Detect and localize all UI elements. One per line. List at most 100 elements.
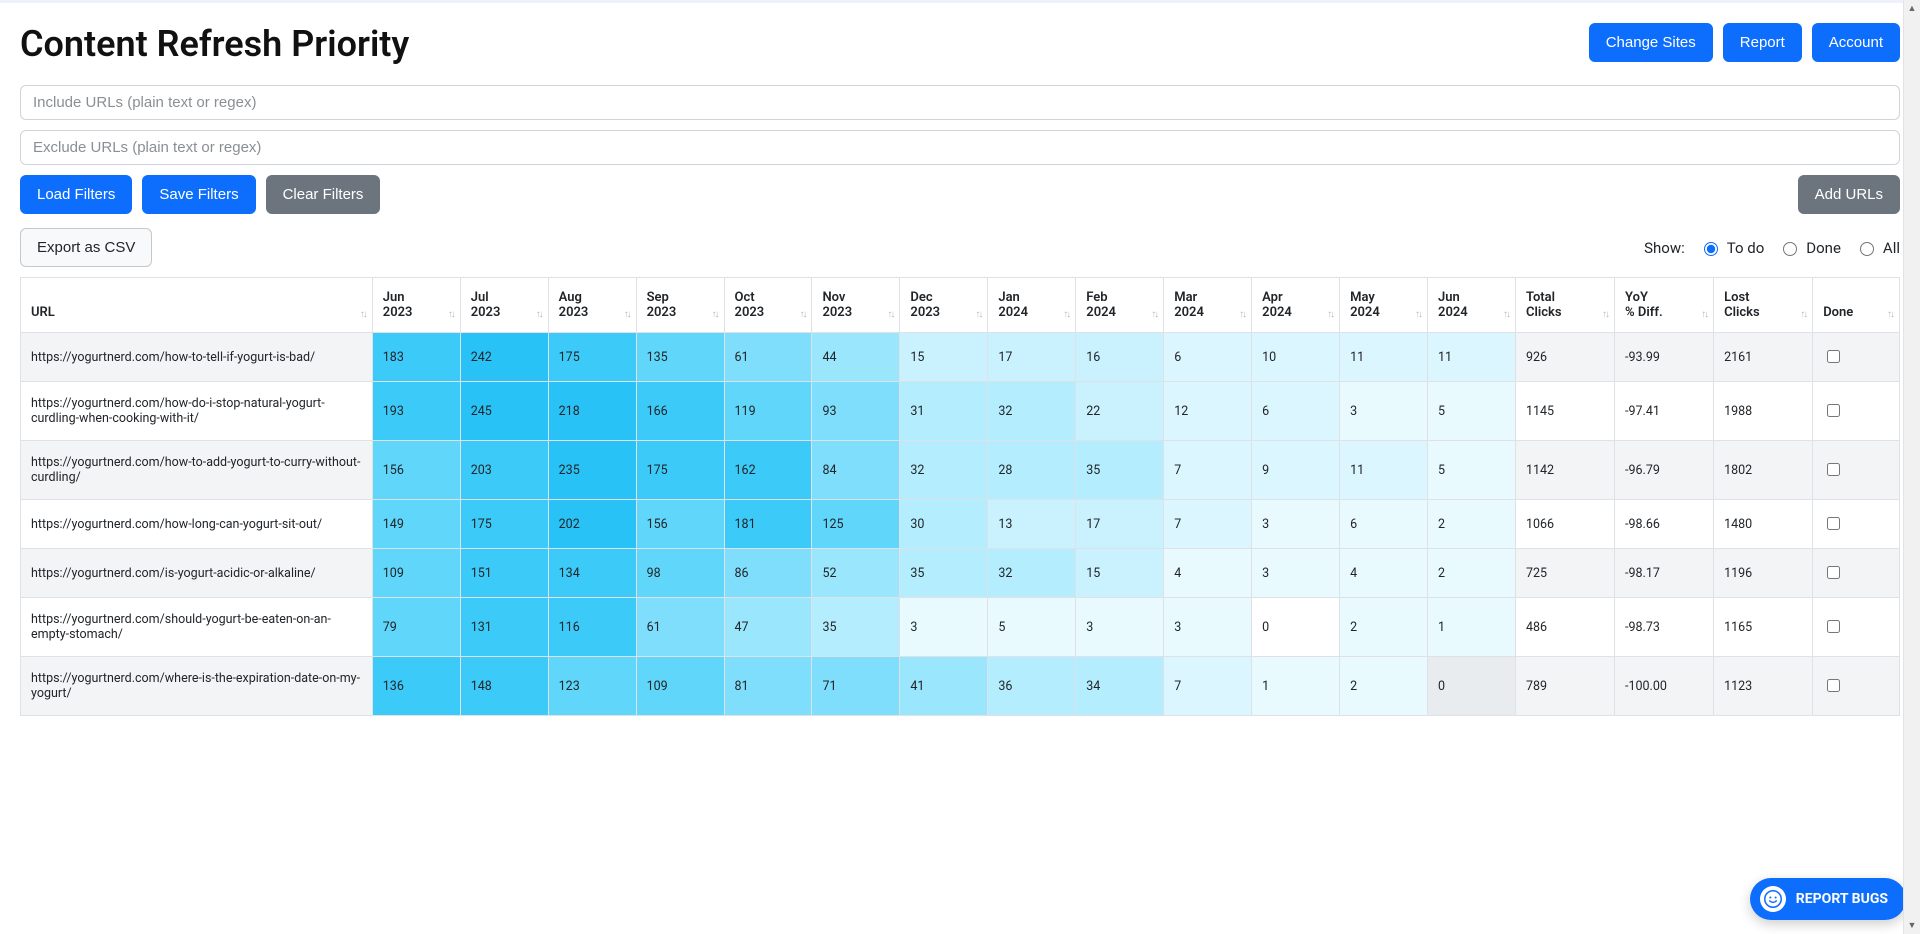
col-header-month-7[interactable]: Jan2024↑↓ bbox=[988, 278, 1076, 333]
month-cell: 98 bbox=[636, 549, 724, 598]
exclude-urls-input[interactable] bbox=[20, 130, 1900, 165]
load-filters-button[interactable]: Load Filters bbox=[20, 175, 132, 214]
report-bugs-widget[interactable]: REPORT BUGS bbox=[1750, 878, 1906, 920]
show-done-option[interactable]: Done bbox=[1778, 239, 1841, 257]
clear-filters-button[interactable]: Clear Filters bbox=[266, 175, 381, 214]
month-cell: 4 bbox=[1164, 549, 1252, 598]
month-cell: 5 bbox=[1428, 382, 1516, 441]
scroll-down-arrow[interactable]: ▼ bbox=[1904, 917, 1920, 934]
vertical-scrollbar[interactable]: ▲ ▼ bbox=[1903, 0, 1920, 934]
add-urls-button[interactable]: Add URLs bbox=[1798, 175, 1900, 214]
month-cell: 3 bbox=[1164, 598, 1252, 657]
done-checkbox[interactable] bbox=[1827, 404, 1840, 417]
url-cell[interactable]: https://yogurtnerd.com/how-to-add-yogurt… bbox=[21, 441, 373, 500]
report-button[interactable]: Report bbox=[1723, 23, 1802, 62]
show-all-label: All bbox=[1883, 239, 1900, 257]
save-filters-button[interactable]: Save Filters bbox=[142, 175, 255, 214]
month-cell: 3 bbox=[1252, 549, 1340, 598]
table-row: https://yogurtnerd.com/how-long-can-yogu… bbox=[21, 500, 1900, 549]
show-done-radio[interactable] bbox=[1783, 242, 1797, 256]
total-cell: 486 bbox=[1515, 598, 1614, 657]
month-cell: 245 bbox=[460, 382, 548, 441]
include-urls-input[interactable] bbox=[20, 85, 1900, 120]
month-cell: 61 bbox=[636, 598, 724, 657]
col-header-total[interactable]: TotalClicks↑↓ bbox=[1515, 278, 1614, 333]
total-cell: 926 bbox=[1515, 333, 1614, 382]
col-header-done[interactable]: Done↑↓ bbox=[1813, 278, 1900, 333]
url-cell[interactable]: https://yogurtnerd.com/how-do-i-stop-nat… bbox=[21, 382, 373, 441]
col-header-month-11[interactable]: May2024↑↓ bbox=[1340, 278, 1428, 333]
col-header-month-4[interactable]: Oct2023↑↓ bbox=[724, 278, 812, 333]
show-todo-option[interactable]: To do bbox=[1699, 239, 1765, 257]
month-cell: 235 bbox=[548, 441, 636, 500]
col-header-month-12[interactable]: Jun2024↑↓ bbox=[1428, 278, 1516, 333]
month-cell: 136 bbox=[372, 657, 460, 716]
done-checkbox[interactable] bbox=[1827, 463, 1840, 476]
month-cell: 5 bbox=[1428, 441, 1516, 500]
month-cell: 32 bbox=[988, 382, 1076, 441]
url-cell[interactable]: https://yogurtnerd.com/is-yogurt-acidic-… bbox=[21, 549, 373, 598]
col-header-month-9[interactable]: Mar2024↑↓ bbox=[1164, 278, 1252, 333]
url-cell[interactable]: https://yogurtnerd.com/how-long-can-yogu… bbox=[21, 500, 373, 549]
col-header-month-1[interactable]: Jul2023↑↓ bbox=[460, 278, 548, 333]
month-cell: 32 bbox=[988, 549, 1076, 598]
month-cell: 181 bbox=[724, 500, 812, 549]
col-header-month-2[interactable]: Aug2023↑↓ bbox=[548, 278, 636, 333]
sort-icon: ↑↓ bbox=[712, 309, 718, 320]
month-cell: 5 bbox=[988, 598, 1076, 657]
month-cell: 28 bbox=[988, 441, 1076, 500]
smiley-icon bbox=[1760, 886, 1786, 912]
col-header-month-10[interactable]: Apr2024↑↓ bbox=[1252, 278, 1340, 333]
col-header-url[interactable]: URL↑↓ bbox=[21, 278, 373, 333]
month-cell: 3 bbox=[1252, 500, 1340, 549]
show-all-option[interactable]: All bbox=[1855, 239, 1900, 257]
account-button[interactable]: Account bbox=[1812, 23, 1900, 62]
done-checkbox[interactable] bbox=[1827, 350, 1840, 363]
done-cell bbox=[1813, 500, 1900, 549]
done-checkbox[interactable] bbox=[1827, 517, 1840, 530]
table-row: https://yogurtnerd.com/how-to-tell-if-yo… bbox=[21, 333, 1900, 382]
col-header-yoy[interactable]: YoY% Diff.↑↓ bbox=[1615, 278, 1714, 333]
change-sites-button[interactable]: Change Sites bbox=[1589, 23, 1713, 62]
table-row: https://yogurtnerd.com/how-do-i-stop-nat… bbox=[21, 382, 1900, 441]
col-header-month-3[interactable]: Sep2023↑↓ bbox=[636, 278, 724, 333]
total-cell: 789 bbox=[1515, 657, 1614, 716]
sort-icon: ↑↓ bbox=[1327, 309, 1333, 320]
done-checkbox[interactable] bbox=[1827, 620, 1840, 633]
export-csv-button[interactable]: Export as CSV bbox=[20, 228, 152, 267]
show-all-radio[interactable] bbox=[1860, 242, 1874, 256]
month-cell: 193 bbox=[372, 382, 460, 441]
scroll-up-arrow[interactable]: ▲ bbox=[1904, 0, 1920, 17]
col-header-lost[interactable]: LostClicks↑↓ bbox=[1714, 278, 1813, 333]
url-cell[interactable]: https://yogurtnerd.com/how-to-tell-if-yo… bbox=[21, 333, 373, 382]
sort-icon: ↑↓ bbox=[1239, 309, 1245, 320]
col-header-month-6[interactable]: Dec2023↑↓ bbox=[900, 278, 988, 333]
done-checkbox[interactable] bbox=[1827, 679, 1840, 692]
col-header-month-8[interactable]: Feb2024↑↓ bbox=[1076, 278, 1164, 333]
lost-cell: 2161 bbox=[1714, 333, 1813, 382]
done-checkbox[interactable] bbox=[1827, 566, 1840, 579]
month-cell: 32 bbox=[900, 441, 988, 500]
lost-cell: 1196 bbox=[1714, 549, 1813, 598]
sort-icon: ↑↓ bbox=[1503, 309, 1509, 320]
month-cell: 203 bbox=[460, 441, 548, 500]
month-cell: 17 bbox=[1076, 500, 1164, 549]
month-cell: 156 bbox=[372, 441, 460, 500]
url-cell[interactable]: https://yogurtnerd.com/should-yogurt-be-… bbox=[21, 598, 373, 657]
done-cell bbox=[1813, 333, 1900, 382]
month-cell: 2 bbox=[1340, 657, 1428, 716]
report-bugs-label: REPORT BUGS bbox=[1796, 891, 1888, 907]
month-cell: 31 bbox=[900, 382, 988, 441]
col-header-month-5[interactable]: Nov2023↑↓ bbox=[812, 278, 900, 333]
sort-icon: ↑↓ bbox=[1701, 309, 1707, 320]
url-cell[interactable]: https://yogurtnerd.com/where-is-the-expi… bbox=[21, 657, 373, 716]
done-cell bbox=[1813, 441, 1900, 500]
month-cell: 202 bbox=[548, 500, 636, 549]
show-todo-radio[interactable] bbox=[1704, 242, 1718, 256]
sort-icon: ↑↓ bbox=[448, 309, 454, 320]
month-cell: 34 bbox=[1076, 657, 1164, 716]
sort-icon: ↑↓ bbox=[624, 309, 630, 320]
show-todo-label: To do bbox=[1727, 239, 1765, 257]
col-header-month-0[interactable]: Jun2023↑↓ bbox=[372, 278, 460, 333]
show-done-label: Done bbox=[1806, 239, 1841, 257]
